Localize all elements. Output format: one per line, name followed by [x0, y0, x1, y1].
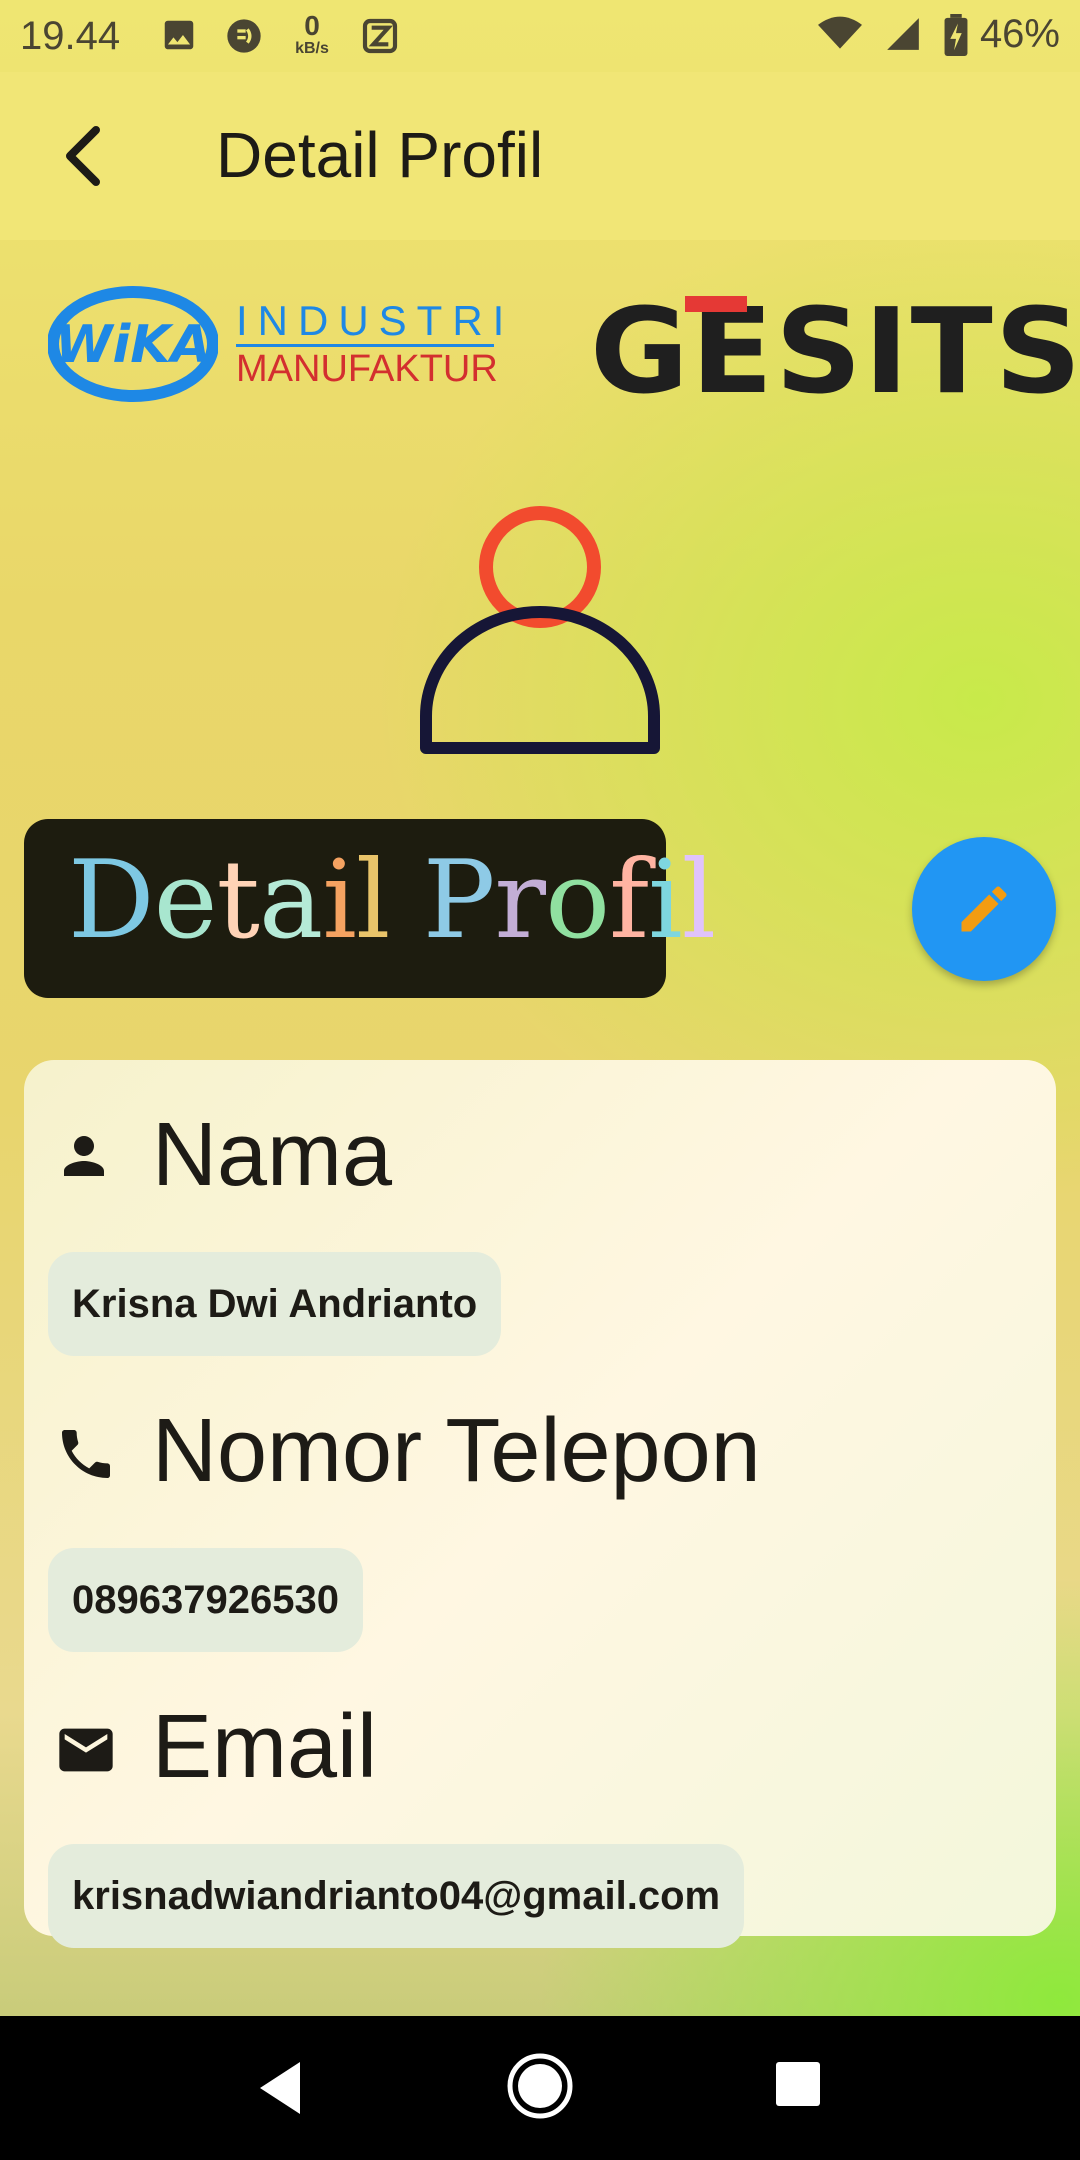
- gesits-wordmark: GESITS: [590, 282, 1080, 420]
- heading-letter: r: [494, 838, 546, 963]
- heading-letter: a: [258, 838, 323, 963]
- wika-line1: INDUSTRI: [236, 297, 515, 344]
- profile-card: Nama Krisna Dwi Andrianto Nomor Telepon …: [24, 1060, 1056, 1948]
- network-speed: 0 kB/s: [292, 12, 332, 58]
- battery-icon: [944, 14, 968, 56]
- phone-label: Nomor Telepon: [152, 1401, 761, 1501]
- status-time: 19.44: [20, 14, 121, 58]
- signal-icon: [887, 18, 919, 50]
- heading-letter: t: [216, 838, 260, 963]
- heading-space: [389, 847, 422, 955]
- recents-square-icon[interactable]: [774, 2060, 822, 2108]
- heading-letter: D: [68, 838, 155, 963]
- heading-letter: i: [322, 838, 357, 963]
- home-circle-icon[interactable]: [506, 2052, 574, 2120]
- person-avatar-icon: [420, 506, 660, 754]
- network-speed-unit: kB/s: [295, 40, 329, 57]
- section-heading-text: Detail Profil: [68, 838, 717, 963]
- pencil-icon: [961, 886, 1007, 932]
- z-app-icon: [362, 18, 398, 54]
- person-icon: [64, 1136, 104, 1176]
- email-label: Email: [152, 1697, 378, 1797]
- wika-mark: WiKA: [48, 286, 218, 402]
- edit-button[interactable]: [912, 837, 1056, 981]
- status-bar: 19.44 0 kB/s 46%: [0, 0, 1080, 72]
- heading-letter: l: [681, 838, 717, 963]
- arrow-back-icon[interactable]: [48, 116, 118, 196]
- phone-icon: [62, 1430, 110, 1478]
- heading-letter: f: [609, 838, 649, 963]
- wika-mark-text: WiKA: [55, 315, 211, 375]
- wika-logo: WiKA INDUSTRI MANUFAKTUR: [48, 286, 504, 406]
- app-bar: Detail Profil: [0, 72, 1080, 240]
- wika-divider: [236, 344, 494, 347]
- system-nav-bar: [0, 2016, 1080, 2160]
- heading-letter: l: [355, 838, 391, 963]
- back-triangle-icon[interactable]: [252, 2056, 308, 2120]
- phone-value: 089637926530: [48, 1548, 363, 1652]
- section-heading: Detail Profil: [24, 819, 716, 998]
- network-speed-value: 0: [304, 10, 320, 41]
- heading-letter: e: [153, 838, 218, 963]
- image-icon: [164, 20, 194, 50]
- heading-letter: o: [545, 838, 610, 963]
- app-screen: 19.44 0 kB/s 46% Detail Profil WiKA INDU…: [0, 0, 1080, 2016]
- gesits-logo: GESITS: [590, 290, 1080, 410]
- heading-letter: P: [422, 838, 496, 963]
- page-title: Detail Profil: [216, 119, 544, 191]
- heading-letter: i: [648, 838, 683, 963]
- wika-line2: MANUFAKTUR: [236, 348, 498, 390]
- gesits-red-bar: [685, 296, 747, 312]
- email-value: krisnadwiandrianto04@gmail.com: [48, 1844, 745, 1948]
- wifi-icon: [818, 16, 862, 49]
- chat-icon: [227, 19, 261, 53]
- name-label: Nama: [152, 1105, 393, 1205]
- battery-percent: 46%: [979, 12, 1060, 56]
- name-value: Krisna Dwi Andrianto: [48, 1252, 502, 1356]
- mail-icon: [59, 1728, 113, 1772]
